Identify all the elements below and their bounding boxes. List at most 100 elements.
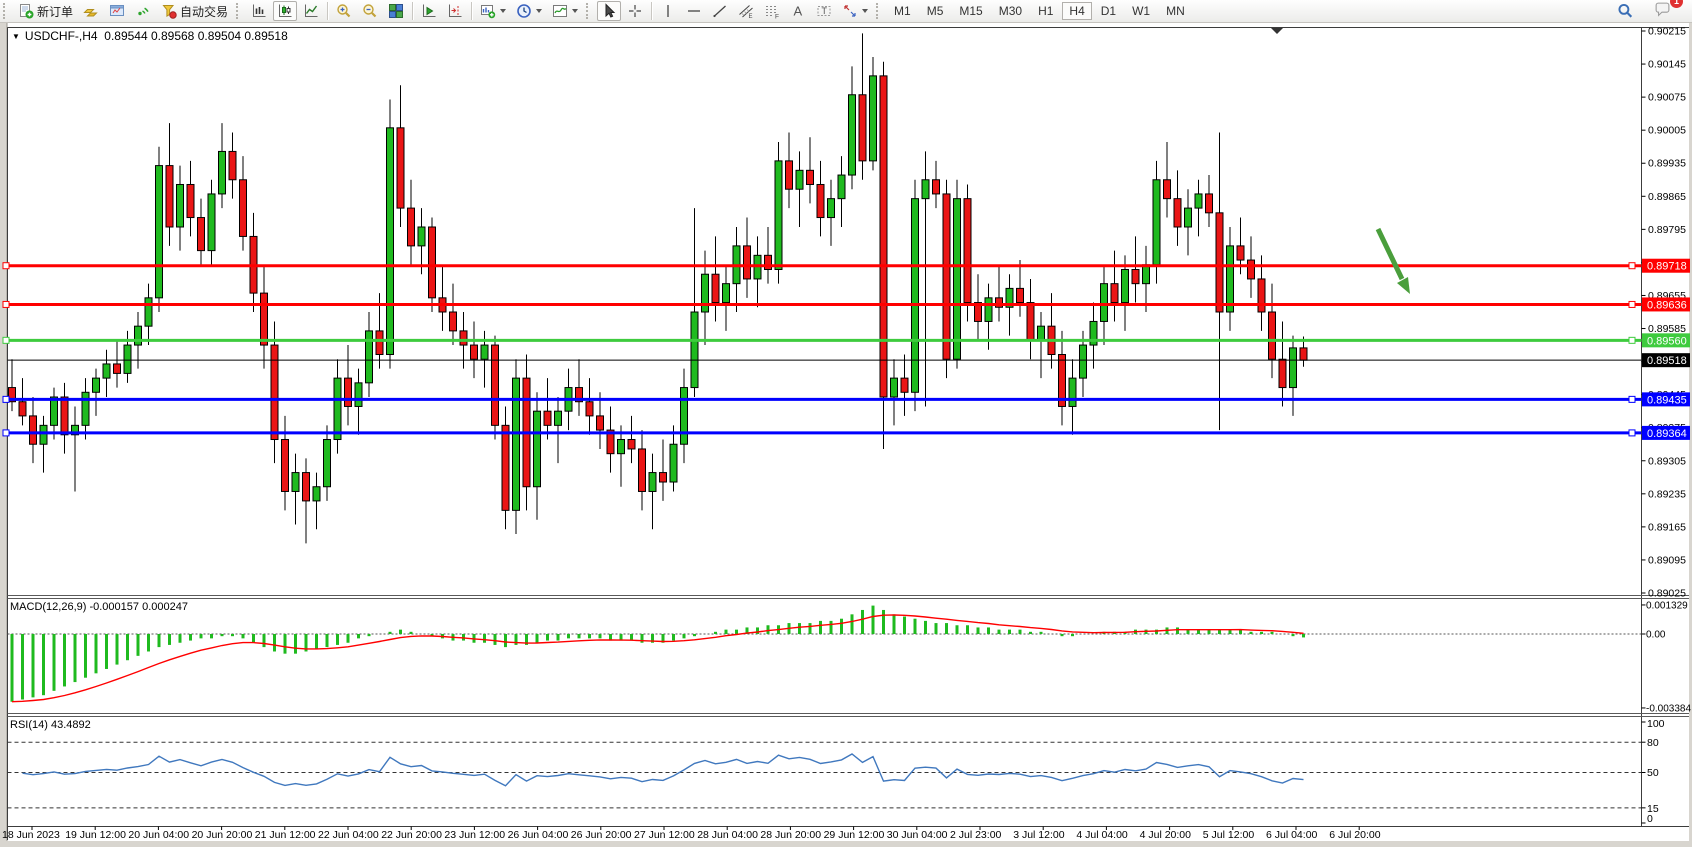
periods-dropdown[interactable] (512, 1, 546, 21)
candle (513, 359, 520, 534)
candle-body-bear (166, 166, 173, 227)
candle-body-bear (943, 194, 950, 359)
candle-body-bear (187, 184, 194, 217)
auto-scroll-icon (421, 3, 437, 19)
timeframe-button-m30[interactable]: M30 (992, 2, 1029, 20)
horizontal-line-tool-button[interactable] (682, 1, 706, 21)
arrows-icon (842, 3, 858, 19)
line-handle[interactable] (1629, 430, 1635, 436)
new-order-button[interactable]: 新订单 (14, 1, 77, 21)
candle-body-bull (219, 151, 226, 194)
toolbar-separator (412, 2, 413, 20)
line-handle[interactable] (3, 430, 9, 436)
text-tool-button[interactable]: A (786, 1, 810, 21)
svg-text:E: E (749, 14, 753, 19)
crosshair-icon (627, 3, 643, 19)
candle-body-bear (303, 473, 310, 501)
timeframe-button-m15[interactable]: M15 (952, 2, 989, 20)
candle-body-bear (1027, 303, 1034, 341)
line-chart-icon (303, 3, 319, 19)
candle-body-bull (1143, 265, 1150, 284)
line-handle[interactable] (3, 396, 9, 402)
crosshair-tool-button[interactable] (623, 1, 647, 21)
fibonacci-icon: F (764, 3, 780, 19)
date-label: 28 Jun 20:00 (760, 829, 821, 841)
vertical-line-tool-button[interactable] (656, 1, 680, 21)
line-chart-button[interactable] (299, 1, 323, 21)
toolbar-grip[interactable] (586, 3, 592, 19)
price-tick-label: 0.90075 (1648, 92, 1686, 104)
candle-body-bear (807, 170, 814, 184)
trendline-tool-button[interactable] (708, 1, 732, 21)
toolbar-grip[interactable] (236, 3, 242, 19)
timeframe-button-mn[interactable]: MN (1159, 2, 1192, 20)
auto-scroll-button[interactable] (417, 1, 441, 21)
candle-body-bear (1300, 348, 1307, 360)
candle-body-bear (376, 331, 383, 355)
cursor-icon (601, 3, 617, 19)
new-chart-dropdown[interactable] (476, 1, 510, 21)
templates-dropdown[interactable] (548, 1, 582, 21)
timeframe-button-m5[interactable]: M5 (920, 2, 951, 20)
timeframe-button-w1[interactable]: W1 (1125, 2, 1157, 20)
candle (387, 99, 394, 368)
arrows-dropdown[interactable] (838, 1, 872, 21)
timeframe-button-h4[interactable]: H4 (1062, 2, 1091, 20)
svg-text:T: T (822, 6, 828, 16)
tile-windows-button[interactable] (384, 1, 408, 21)
macd-tick-label: 0.001329 (1646, 600, 1688, 611)
line-handle[interactable] (3, 301, 9, 307)
bar-chart-button[interactable] (247, 1, 271, 21)
date-label: 6 Jul 20:00 (1329, 829, 1381, 841)
signals-button[interactable] (131, 1, 155, 21)
candlestick-chart-button[interactable] (273, 1, 297, 21)
candle-body-bull (103, 364, 110, 378)
chart-canvas[interactable]: 0.902150.901450.900750.900050.899350.898… (0, 0, 1692, 847)
toolbar-grip[interactable] (876, 3, 882, 19)
candle-body-bull (1227, 246, 1234, 312)
fibonacci-tool-button[interactable]: F (760, 1, 784, 21)
candle-body-bear (345, 378, 352, 406)
candle-body-bull (922, 180, 929, 199)
line-handle[interactable] (1629, 301, 1635, 307)
candle-body-bear (261, 293, 268, 345)
chart-background (0, 22, 1692, 847)
price-tick-label: 0.90145 (1648, 59, 1686, 71)
date-label: 23 Jun 12:00 (444, 829, 505, 841)
candle-body-bull (1038, 326, 1045, 340)
market-watch-button[interactable] (79, 1, 103, 21)
zoom-in-button[interactable] (332, 1, 356, 21)
line-handle[interactable] (1629, 396, 1635, 402)
date-label: 22 Jun 04:00 (318, 829, 379, 841)
auto-trading-label: 自动交易 (180, 3, 228, 20)
cursor-tool-button[interactable] (597, 1, 621, 21)
candle-body-bear (544, 411, 551, 425)
time-axis[interactable]: 18 Jun 202319 Jun 12:0020 Jun 04:0020 Ju… (2, 827, 1381, 842)
chart-shift-button[interactable] (443, 1, 467, 21)
date-label: 30 Jun 04:00 (887, 829, 948, 841)
date-label: 29 Jun 12:00 (824, 829, 885, 841)
auto-trading-button[interactable]: 自动交易 (157, 1, 232, 21)
candle-body-bear (1258, 279, 1265, 312)
zoom-in-icon (336, 3, 352, 19)
line-handle[interactable] (3, 263, 9, 269)
candle-body-bear (460, 331, 467, 345)
svg-text:F: F (775, 14, 779, 20)
toolbar-grip[interactable] (3, 3, 9, 19)
text-label-tool-button[interactable]: T (812, 1, 836, 21)
line-handle[interactable] (1629, 263, 1635, 269)
candle-body-bull (418, 227, 425, 246)
candle-body-bull (828, 199, 835, 218)
equidistant-channel-tool-button[interactable]: E (734, 1, 758, 21)
timeframe-button-h1[interactable]: H1 (1031, 2, 1060, 20)
line-handle[interactable] (1629, 337, 1635, 343)
line-handle[interactable] (3, 337, 9, 343)
timeframe-button-d1[interactable]: D1 (1094, 2, 1123, 20)
zoom-out-button[interactable] (358, 1, 382, 21)
candle-body-bull (681, 388, 688, 445)
data-window-button[interactable] (105, 1, 129, 21)
date-label: 27 Jun 12:00 (634, 829, 695, 841)
search-button[interactable] (1613, 1, 1638, 21)
candle-body-bull (691, 312, 698, 388)
timeframe-button-m1[interactable]: M1 (887, 2, 918, 20)
